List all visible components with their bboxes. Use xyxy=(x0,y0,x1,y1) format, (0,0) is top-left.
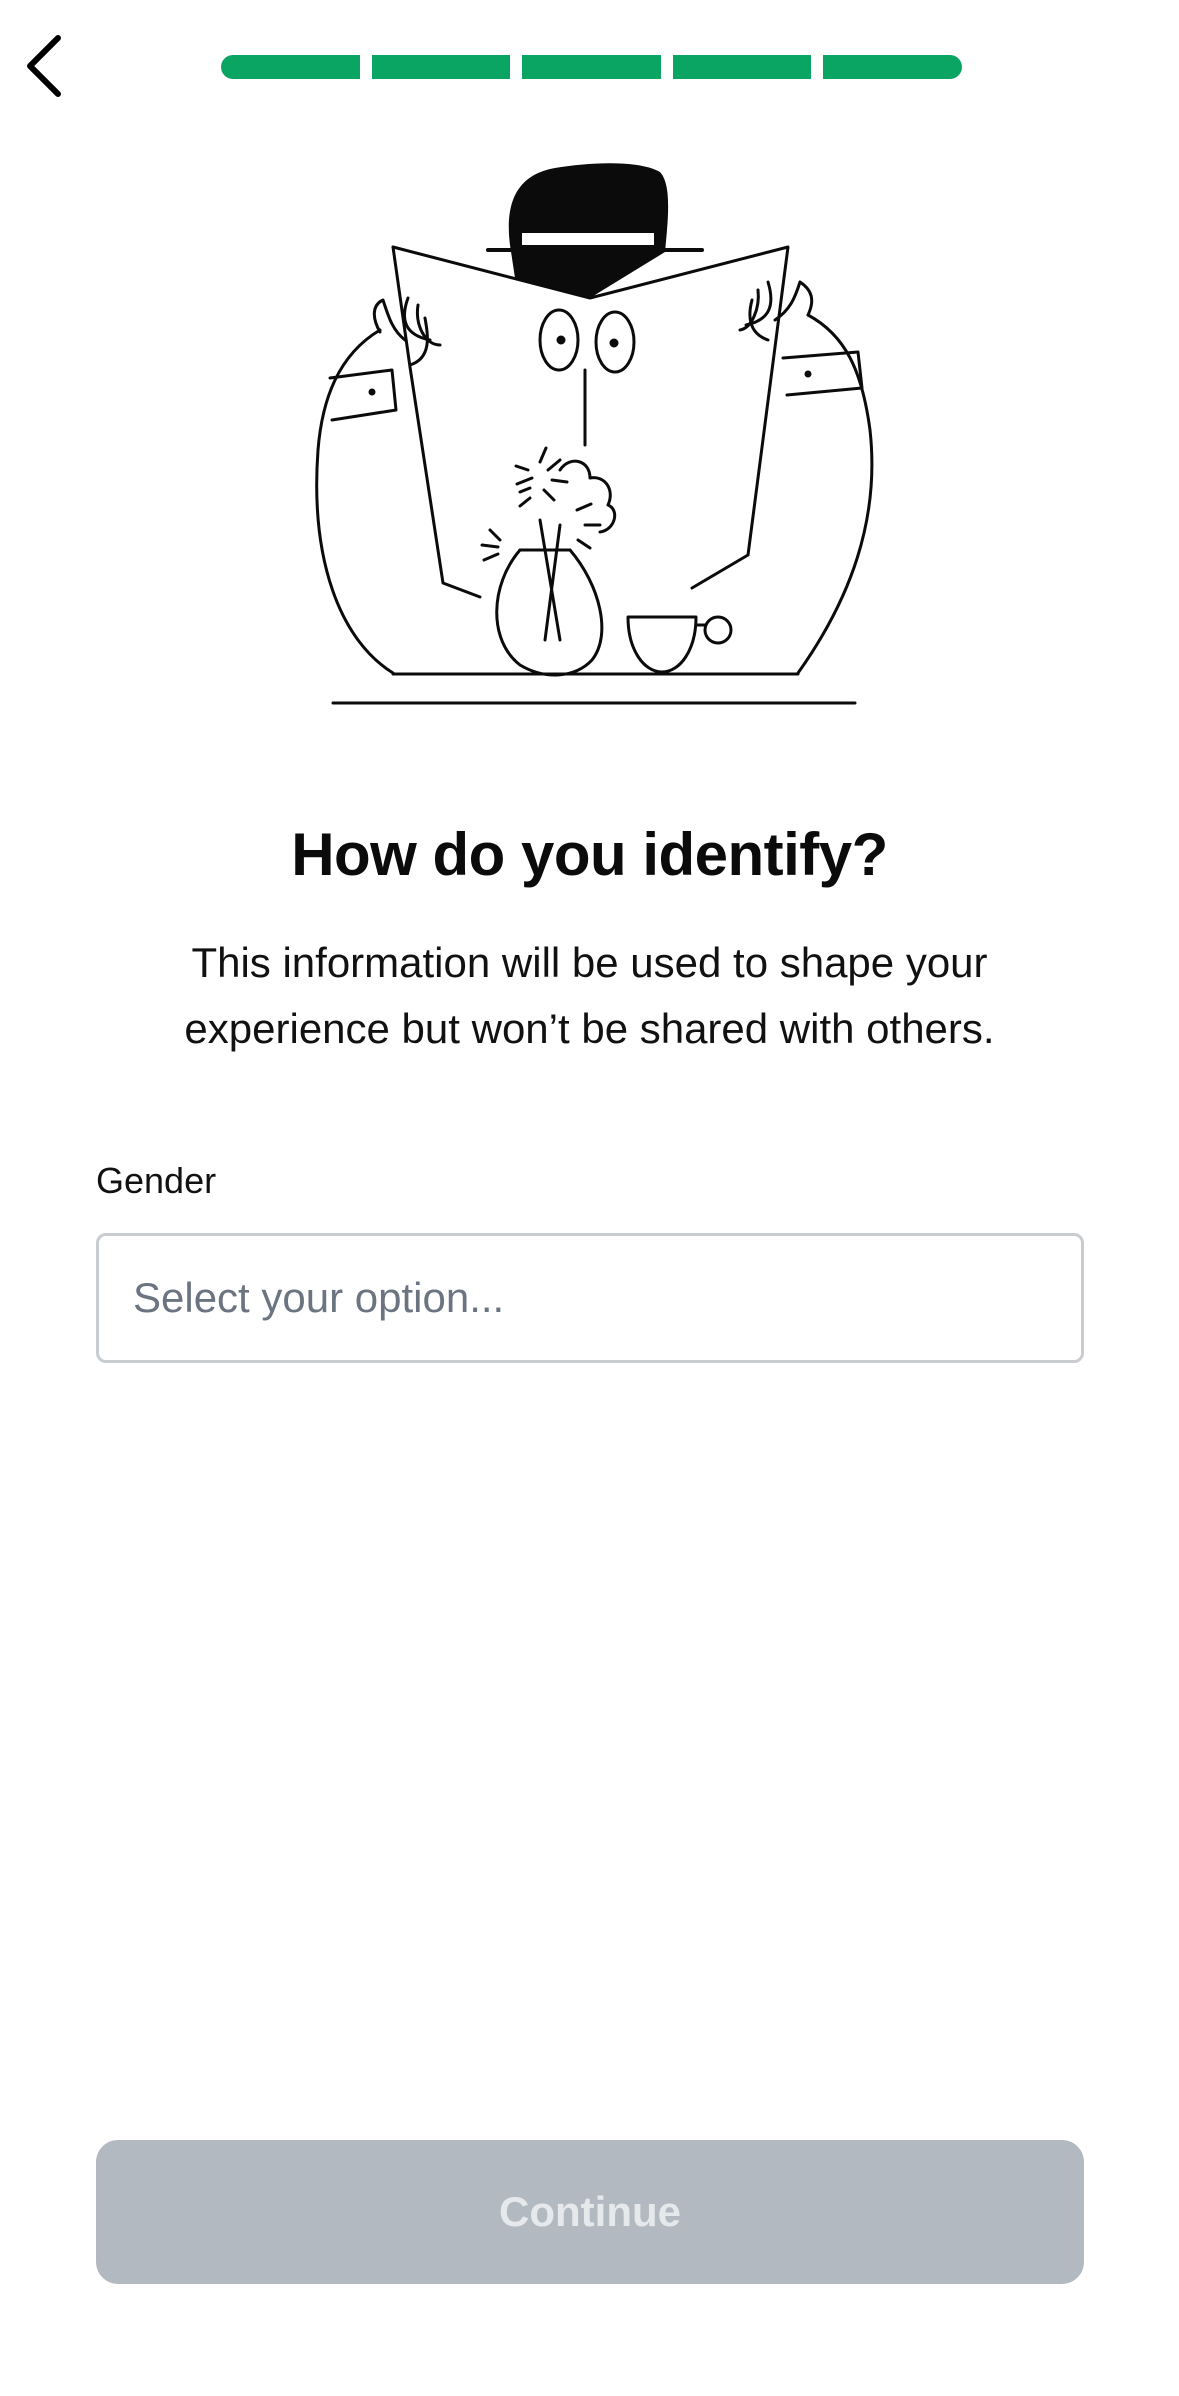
progress-step xyxy=(371,55,511,79)
back-button[interactable] xyxy=(14,26,74,106)
progress-step xyxy=(672,55,812,79)
chevron-left-icon xyxy=(27,35,61,97)
page-title: How do you identify? xyxy=(291,821,888,888)
progress-bar xyxy=(221,55,962,79)
progress-step xyxy=(823,55,962,79)
progress-step xyxy=(522,55,661,79)
continue-button[interactable]: Continue xyxy=(96,2140,1084,2284)
progress-step xyxy=(221,55,360,79)
gender-select[interactable]: Select your option... xyxy=(96,1233,1084,1363)
continue-button-label: Continue xyxy=(499,2188,681,2235)
gender-label: Gender xyxy=(96,1160,217,1201)
gender-select-placeholder: Select your option... xyxy=(133,1274,505,1321)
page-subtitle: This information will be used to shape y… xyxy=(184,939,995,1052)
person-reading-newspaper-illustration xyxy=(315,163,874,705)
